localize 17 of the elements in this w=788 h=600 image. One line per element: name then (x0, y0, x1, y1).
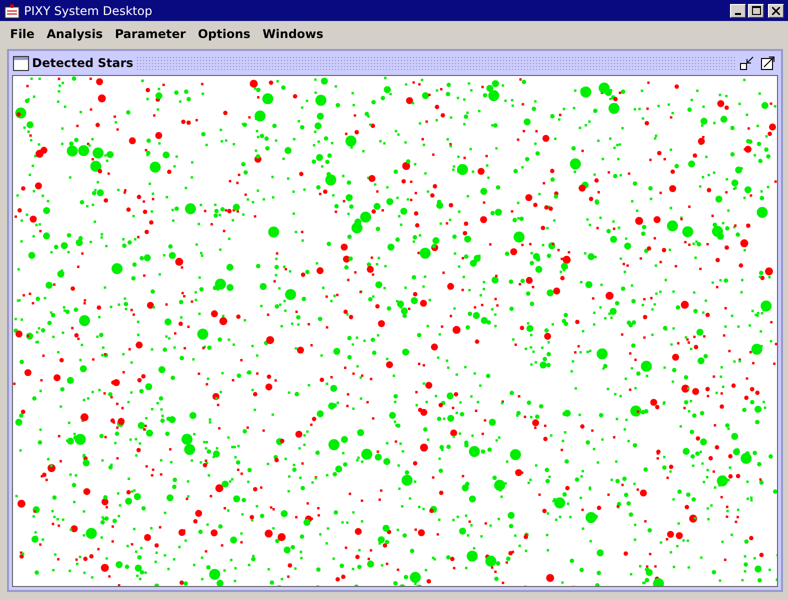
maximize-icon (752, 6, 760, 15)
internal-window-title: Detected Stars (32, 56, 134, 70)
menu-item[interactable]: Windows (256, 25, 330, 43)
minimize-button[interactable] (730, 4, 746, 18)
menu-item[interactable]: Analysis (40, 25, 109, 43)
maximize-button[interactable] (759, 54, 777, 72)
maximize-button[interactable] (748, 4, 764, 18)
window-icon (13, 56, 29, 70)
menu-item[interactable]: Options (192, 25, 256, 43)
menu-item[interactable]: File (4, 25, 41, 43)
minimize-icon (735, 12, 741, 14)
app-icon (4, 2, 20, 18)
close-button[interactable] (768, 4, 784, 18)
menu-item[interactable]: Parameter (108, 25, 192, 43)
minimize-button[interactable] (738, 54, 756, 72)
window-title: PIXY System Desktop (24, 4, 152, 18)
close-icon (772, 6, 780, 14)
